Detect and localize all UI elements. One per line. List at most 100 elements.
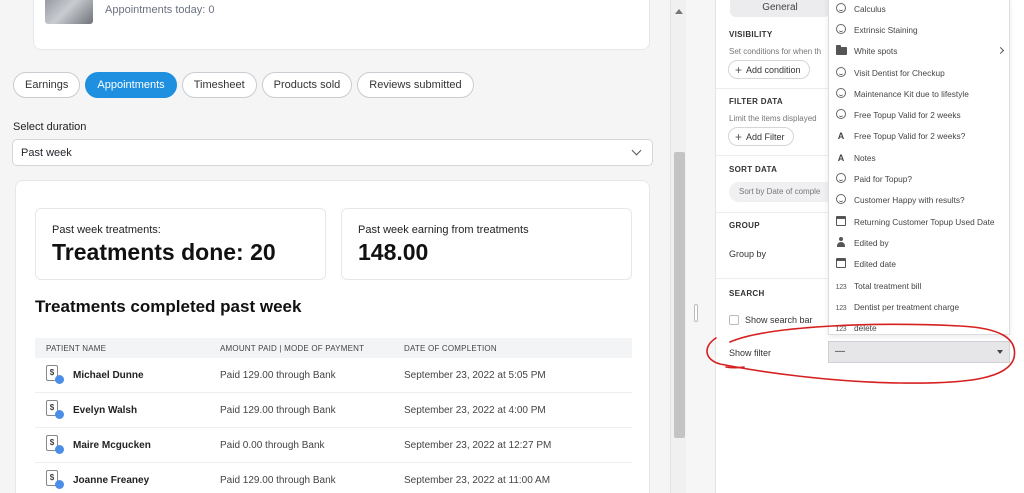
dropdown-item[interactable]: Returning Customer Topup Used Date: [829, 211, 1009, 232]
col-date: DATE OF COMPLETION: [404, 343, 497, 353]
completion-date: September 23, 2022 at 4:00 PM: [404, 404, 546, 416]
patient-name: Evelyn Walsh: [73, 404, 138, 416]
person-icon: [835, 236, 847, 249]
section-title: Treatments completed past week: [35, 297, 302, 316]
dropdown-item[interactable]: Calculus: [829, 0, 1009, 19]
group-by-label: Group by: [729, 249, 767, 259]
sort-select[interactable]: Sort by Date of comple: [729, 182, 834, 202]
dropdown-item[interactable]: 123 Total treatment bill: [829, 275, 1009, 296]
dropdown-item[interactable]: Visit Dentist for Checkup: [829, 62, 1009, 83]
dropdown-item-label: Total treatment bill: [854, 280, 922, 291]
dropdown-item-label: delete: [854, 323, 877, 334]
calendar-icon: [835, 215, 847, 228]
scroll-up-arrow-icon[interactable]: [675, 9, 683, 14]
stat-label: Past week earning from treatments: [358, 224, 529, 236]
tab-earnings[interactable]: Earnings: [13, 72, 81, 98]
scrollbar[interactable]: [670, 0, 686, 493]
show-search-bar-checkbox[interactable]: [729, 315, 739, 325]
main-pane: Appointments today: 0 Earnings Appointme…: [0, 0, 670, 493]
visibility-desc: Set conditions for when th: [729, 47, 822, 56]
chevron-down-icon: [631, 145, 642, 156]
sort-data-title: SORT DATA: [729, 165, 778, 174]
patient-icon: $: [46, 470, 64, 490]
dropdown-item-label: Extrinsic Staining: [854, 24, 918, 35]
show-filter-value: —: [835, 346, 845, 357]
patient-icon: $: [46, 435, 64, 455]
tab-products-sold[interactable]: Products sold: [261, 72, 353, 98]
dropdown-item[interactable]: Extrinsic Staining: [829, 19, 1009, 40]
dropdown-item[interactable]: A Notes: [829, 147, 1009, 168]
amount-paid: Paid 129.00 through Bank: [220, 369, 336, 381]
show-search-bar-label: Show search bar: [745, 315, 813, 325]
table-row[interactable]: $ Evelyn Walsh Paid 129.00 through Bank S…: [35, 393, 632, 428]
tab-reviews-submitted[interactable]: Reviews submitted: [357, 72, 474, 98]
treatments-table: PATIENT NAME AMOUNT PAID | MODE OF PAYME…: [35, 338, 632, 493]
resize-handle-icon[interactable]: [694, 304, 698, 322]
table-header: PATIENT NAME AMOUNT PAID | MODE OF PAYME…: [35, 338, 632, 358]
plus-icon: +: [735, 62, 743, 77]
add-filter-button[interactable]: + Add Filter: [728, 127, 794, 146]
col-amount-paid: AMOUNT PAID | MODE OF PAYMENT: [220, 343, 365, 353]
smile-icon: [835, 23, 847, 36]
avatar: [45, 0, 93, 24]
dropdown-item[interactable]: 123 Dentist per treatment charge: [829, 296, 1009, 317]
number-icon: 123: [835, 283, 847, 291]
smile-icon: [835, 173, 847, 185]
search-title: SEARCH: [729, 289, 765, 298]
col-patient-name: PATIENT NAME: [46, 343, 107, 353]
dropdown-item-label: Free Topup Valid for 2 weeks?: [854, 131, 966, 142]
dropdown-item[interactable]: White spots: [829, 41, 1009, 62]
table-row[interactable]: $ Joanne Freaney Paid 129.00 through Bank…: [35, 463, 632, 493]
folder-icon: [835, 45, 847, 56]
scrollbar-thumb[interactable]: [674, 152, 685, 438]
smile-icon: [835, 87, 847, 100]
dropdown-item[interactable]: Free Topup Valid for 2 weeks: [829, 104, 1009, 125]
filter-data-title: FILTER DATA: [729, 97, 783, 106]
table-row[interactable]: $ Michael Dunne Paid 129.00 through Bank …: [35, 358, 632, 393]
dropdown-item[interactable]: Paid for Topup?: [829, 168, 1009, 189]
appointments-today: Appointments today: 0: [105, 4, 215, 16]
dropdown-item[interactable]: Maintenance Kit due to lifestyle: [829, 83, 1009, 104]
chevron-right-icon: [996, 46, 1005, 54]
tab-bar: Earnings Appointments Timesheet Products…: [13, 72, 474, 98]
dropdown-item[interactable]: A Free Topup Valid for 2 weeks?: [829, 126, 1009, 147]
stat-label: Past week treatments:: [52, 224, 161, 236]
dropdown-item-label: Edited by: [854, 237, 889, 248]
dropdown-item[interactable]: 123 delete: [829, 317, 1009, 334]
dropdown-item-label: Maintenance Kit due to lifestyle: [854, 88, 969, 99]
visibility-title: VISIBILITY: [729, 30, 773, 39]
tab-appointments[interactable]: Appointments: [85, 72, 177, 98]
dropdown-item-label: Returning Customer Topup Used Date: [854, 216, 995, 227]
tab-timesheet[interactable]: Timesheet: [181, 72, 257, 98]
stat-treatments: Past week treatments: Treatments done: 2…: [35, 208, 326, 280]
duration-select[interactable]: Past week: [12, 139, 653, 166]
patient-name: Joanne Freaney: [73, 474, 150, 486]
smile-icon: [835, 109, 847, 121]
dropdown-item-label: Calculus: [854, 3, 886, 14]
number-icon: 123: [835, 326, 847, 334]
duration-value: Past week: [21, 146, 72, 159]
add-condition-button[interactable]: + Add condition: [728, 60, 810, 79]
calendar-icon: [835, 258, 847, 270]
dropdown-item[interactable]: Customer Happy with results?: [829, 190, 1009, 211]
table-row[interactable]: $ Maire Mcgucken Paid 0.00 through Bank S…: [35, 428, 632, 463]
patient-icon: $: [46, 365, 64, 385]
dropdown-item-label: White spots: [854, 46, 898, 57]
completion-date: September 23, 2022 at 5:05 PM: [404, 369, 546, 381]
pane-divider[interactable]: [686, 0, 716, 493]
dropdown-item[interactable]: Edited date: [829, 254, 1009, 275]
stat-value: 148.00: [358, 239, 429, 265]
dropdown-item[interactable]: Edited by: [829, 232, 1009, 253]
stat-value: Treatments done: 20: [52, 239, 276, 265]
dropdown-item-label: Dentist per treatment charge: [854, 301, 960, 312]
divider: [716, 278, 828, 279]
smile-icon: [835, 194, 847, 206]
divider: [716, 155, 828, 156]
divider: [716, 212, 828, 213]
segment-general[interactable]: General: [730, 0, 830, 17]
field-dropdown-list: Calculus Extrinsic Staining White spots Vis…: [828, 0, 1010, 335]
completion-date: September 23, 2022 at 11:00 AM: [404, 474, 551, 486]
smile-icon: [835, 66, 847, 79]
show-filter-select[interactable]: —: [828, 341, 1010, 363]
caret-down-icon: [997, 350, 1003, 354]
